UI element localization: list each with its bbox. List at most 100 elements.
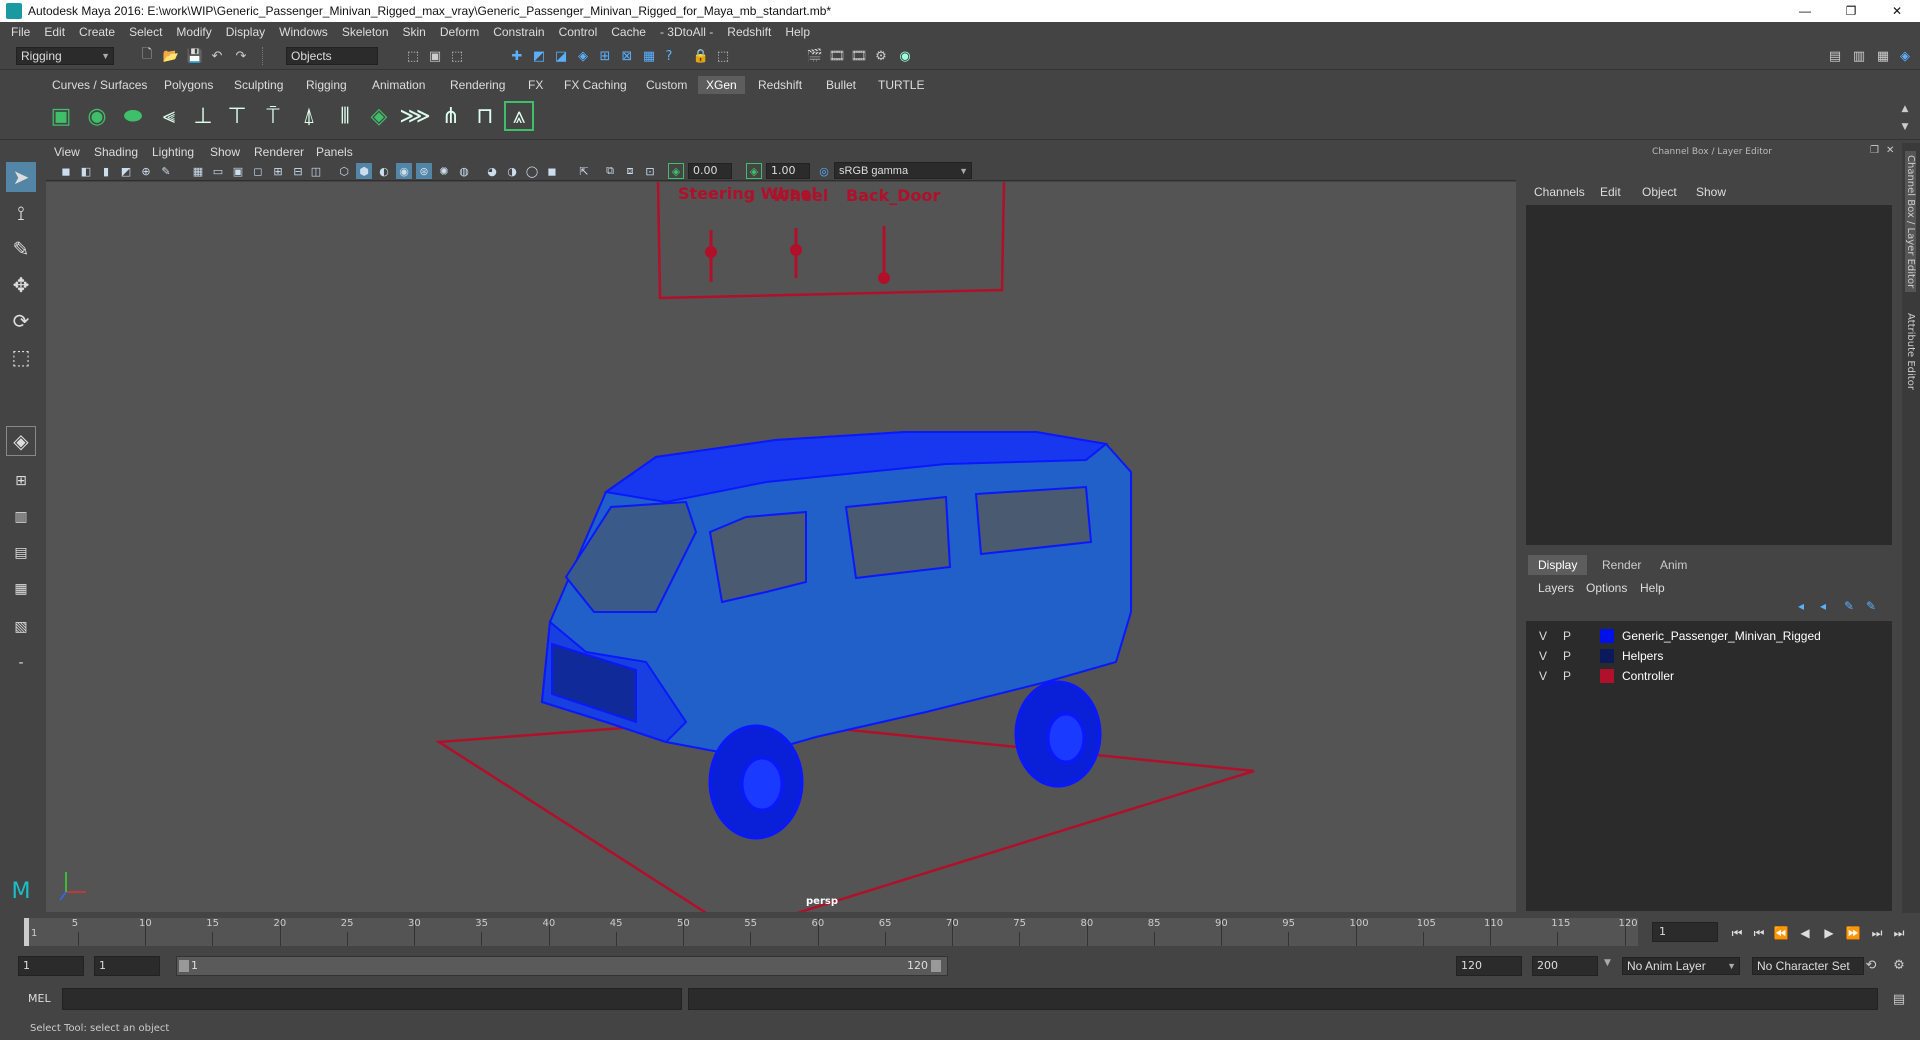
xgen-layers-icon[interactable]: ◈ bbox=[364, 101, 394, 131]
xgen-lock-icon[interactable]: ⍋ bbox=[294, 101, 324, 131]
select-hierarchy-icon[interactable]: ⬚ bbox=[404, 47, 422, 65]
snap-vertex-icon[interactable]: ⊠ bbox=[618, 47, 636, 65]
layers-menu[interactable]: Layers bbox=[1538, 581, 1574, 595]
layout-render-icon[interactable]: ▧ bbox=[6, 612, 36, 642]
motion-blur-icon[interactable]: ◕ bbox=[484, 163, 500, 179]
colorspace-dropdown[interactable]: sRGB gamma ▼ bbox=[834, 162, 972, 179]
camera-select-icon[interactable]: ◼ bbox=[58, 163, 74, 179]
xgen-add-guide-icon[interactable]: ⊥ bbox=[188, 101, 218, 131]
menu-help[interactable]: Help bbox=[778, 25, 817, 39]
maximize-button[interactable]: ❐ bbox=[1828, 0, 1874, 22]
range-handle-right[interactable] bbox=[931, 960, 941, 972]
menu-create[interactable]: Create bbox=[72, 25, 122, 39]
xgen-comb-icon[interactable]: ⋔ bbox=[436, 101, 466, 131]
layer-playback-toggle[interactable]: P bbox=[1560, 627, 1574, 645]
chevron-down-icon[interactable]: ▼ bbox=[1604, 958, 1611, 968]
xray-icon[interactable]: ⇱ bbox=[576, 163, 592, 179]
float-panel-icon[interactable]: ❐ bbox=[1870, 145, 1879, 156]
lasso-tool-icon[interactable]: ⟟ bbox=[6, 198, 36, 228]
render-settings-icon[interactable]: ⚙ bbox=[872, 47, 890, 65]
undo-icon[interactable]: ↶ bbox=[208, 47, 226, 65]
snap-grid-icon[interactable]: ✚ bbox=[508, 47, 526, 65]
step-back-key-icon[interactable]: ⏮ bbox=[1750, 924, 1768, 942]
xgen-place-icon[interactable]: ⍑ bbox=[258, 101, 288, 131]
menu-edit[interactable]: Edit bbox=[37, 25, 72, 39]
xgen-create-icon[interactable]: ⬬ bbox=[118, 101, 148, 131]
layout-four-icon[interactable]: ⊞ bbox=[6, 466, 36, 496]
channel-edit-menu[interactable]: Edit bbox=[1600, 185, 1621, 199]
shelf-tab-curves-surfaces[interactable]: Curves / Surfaces bbox=[44, 76, 155, 94]
depth-of-field-icon[interactable]: ◯ bbox=[524, 163, 540, 179]
side-tab-attribute-editor[interactable]: Attribute Editor bbox=[1905, 313, 1916, 390]
open-scene-icon[interactable]: 📂 bbox=[162, 47, 180, 65]
shelf-scroll-up-icon[interactable]: ▲ bbox=[1896, 100, 1914, 118]
toggle-panels-icon[interactable]: ▥ bbox=[1850, 47, 1868, 65]
start-frame-field[interactable]: 1 bbox=[18, 956, 84, 976]
wireframe-icon[interactable]: ⬡ bbox=[336, 163, 352, 179]
menu-deform[interactable]: Deform bbox=[433, 25, 486, 39]
auto-key-icon[interactable]: ⟲ bbox=[1862, 956, 1880, 974]
textured-icon[interactable]: ◉ bbox=[396, 163, 412, 179]
hypershade-icon[interactable]: ◉ bbox=[896, 47, 914, 65]
layer-row[interactable]: V P Helpers bbox=[1526, 647, 1892, 665]
xgen-cut-icon[interactable]: ⊓ bbox=[470, 101, 500, 131]
panel-menu-renderer[interactable]: Renderer bbox=[254, 145, 304, 159]
wireframe-on-shaded-icon[interactable]: ◐ bbox=[376, 163, 392, 179]
shelf-tab-fx-caching[interactable]: FX Caching bbox=[556, 76, 635, 94]
layer-visibility-toggle[interactable]: V bbox=[1536, 647, 1550, 665]
go-to-start-icon[interactable]: ⏮ bbox=[1728, 924, 1746, 942]
panel-menu-shading[interactable]: Shading bbox=[94, 145, 138, 159]
snap-view-icon[interactable]: ◈ bbox=[574, 47, 592, 65]
save-scene-icon[interactable]: 💾 bbox=[186, 47, 204, 65]
xgen-guides-icon[interactable]: ⫷ bbox=[154, 101, 184, 131]
field-chart-icon[interactable]: ⊞ bbox=[270, 163, 286, 179]
rotate-tool-icon[interactable]: ⟳ bbox=[6, 306, 36, 336]
shelf-scroll-down-icon[interactable]: ▼ bbox=[1896, 118, 1914, 136]
layout-more-icon[interactable]: - bbox=[6, 648, 36, 678]
bookmark-icon[interactable]: ▮ bbox=[98, 163, 114, 179]
menu-redshift[interactable]: Redshift bbox=[720, 25, 778, 39]
channels-menu[interactable]: Channels bbox=[1534, 185, 1585, 199]
menu-constrain[interactable]: Constrain bbox=[486, 25, 551, 39]
redo-icon[interactable]: ↷ bbox=[232, 47, 250, 65]
menu-control[interactable]: Control bbox=[552, 25, 605, 39]
menu-3dtoall[interactable]: - 3DtoAll - bbox=[653, 25, 720, 39]
layer-color-swatch[interactable] bbox=[1600, 629, 1614, 643]
command-language-label[interactable]: MEL bbox=[28, 992, 51, 1005]
wheel-slider-handle[interactable] bbox=[790, 244, 802, 256]
shelf-tab-rendering[interactable]: Rendering bbox=[442, 76, 513, 94]
xgen-preview-icon[interactable]: ◉ bbox=[82, 101, 112, 131]
safe-title-icon[interactable]: ◫ bbox=[308, 163, 324, 179]
minimize-button[interactable]: — bbox=[1782, 0, 1828, 22]
step-forward-key-icon[interactable]: ⏭ bbox=[1868, 924, 1886, 942]
playback-start-field[interactable]: 1 bbox=[94, 956, 160, 976]
grease-pencil-icon[interactable]: ✎ bbox=[158, 163, 174, 179]
tab-render[interactable]: Render bbox=[1592, 555, 1651, 575]
color-management-icon[interactable]: ◎ bbox=[816, 163, 832, 179]
channel-object-menu[interactable]: Object bbox=[1642, 185, 1677, 199]
isolate-select-icon[interactable]: ◼ bbox=[544, 163, 560, 179]
workspace-icon[interactable]: ▤ bbox=[1826, 47, 1844, 65]
move-layer-up-icon[interactable]: ◂ bbox=[1798, 599, 1804, 613]
snap-mesh-icon[interactable]: ▦ bbox=[640, 47, 658, 65]
render-view-icon[interactable]: 🎬 bbox=[806, 47, 824, 65]
shelf-tab-bullet[interactable]: Bullet bbox=[818, 76, 864, 94]
render-current-icon[interactable]: 🎞 bbox=[828, 47, 846, 65]
layout-outliner-icon[interactable]: ▤ bbox=[6, 538, 36, 568]
shelf-tab-redshift[interactable]: Redshift bbox=[750, 76, 810, 94]
channel-box-toggle-icon[interactable]: ◈ bbox=[1896, 47, 1914, 65]
shelf-tab-polygons[interactable]: Polygons bbox=[156, 76, 221, 94]
layer-playback-toggle[interactable]: P bbox=[1560, 667, 1574, 685]
close-button[interactable]: ✕ bbox=[1874, 0, 1920, 22]
shelf-tab-xgen[interactable]: XGen bbox=[698, 76, 745, 94]
select-tool-icon[interactable]: ➤ bbox=[6, 162, 36, 192]
selection-mode-dropdown[interactable]: Objects bbox=[286, 47, 378, 65]
construction-history-icon[interactable]: ⬚ bbox=[714, 47, 732, 65]
end-frame-field[interactable]: 200 bbox=[1532, 956, 1598, 976]
xgen-sculpt-icon[interactable]: ⋙ bbox=[399, 101, 430, 131]
scale-tool-icon[interactable]: ⬚ bbox=[6, 342, 36, 372]
current-time-marker[interactable] bbox=[24, 918, 29, 946]
backdoor-slider-handle[interactable] bbox=[878, 272, 890, 284]
steering-slider-handle[interactable] bbox=[705, 246, 717, 258]
time-ruler[interactable]: 1 5 10 15 20 25 30 35 40 45 50 55 60 65 70 75 80 85 90 95 10… bbox=[24, 918, 1638, 946]
